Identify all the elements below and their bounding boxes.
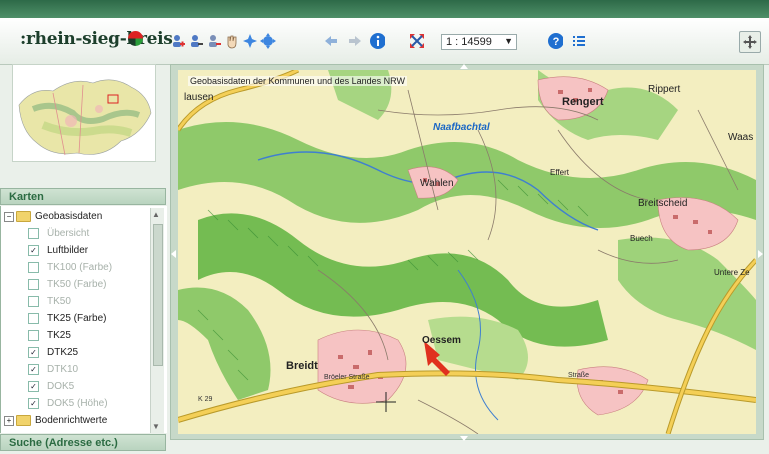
- map-label-buech: Buech: [630, 234, 653, 243]
- tree-label: TK50: [47, 296, 71, 307]
- zoom-in-icon[interactable]: [242, 33, 258, 49]
- chevron-down-icon: ▼: [504, 36, 513, 46]
- tree-label: Übersicht: [47, 228, 90, 239]
- layer-checkbox[interactable]: ✓: [28, 245, 39, 256]
- map-label-untere: Untere Ze: [714, 268, 750, 277]
- layer-checkbox[interactable]: [28, 228, 39, 239]
- list-icon[interactable]: [571, 33, 587, 49]
- tree-label: DTK25: [47, 347, 79, 358]
- tree-item-luftbilder[interactable]: ✓ Luftbilder: [1, 242, 151, 259]
- tree-label: TK50 (Farbe): [47, 279, 107, 290]
- street-label-k29: K 29: [198, 396, 213, 403]
- tree-item-tk25[interactable]: TK25: [1, 327, 151, 344]
- back-arrow-icon[interactable]: [323, 33, 339, 49]
- logo-mark-icon: [128, 31, 143, 46]
- scroll-up-icon[interactable]: ▲: [152, 210, 160, 219]
- tree-label: TK25 (Farbe): [47, 313, 107, 324]
- layer-checkbox[interactable]: ✓: [28, 347, 39, 358]
- move-icon[interactable]: [739, 31, 761, 53]
- tree-label: Geobasisdaten: [35, 211, 103, 222]
- map-label-waas: Waas: [728, 132, 754, 143]
- toolbar-fullscreen-group: [408, 32, 426, 50]
- fullscreen-icon[interactable]: [408, 33, 424, 49]
- toolbar-help-group: ?: [547, 32, 589, 50]
- tree-item-tk50[interactable]: TK50: [1, 293, 151, 310]
- pan-south-icon[interactable]: [460, 436, 468, 441]
- layer-checkbox[interactable]: ✓: [28, 398, 39, 409]
- tree-item-dtk10[interactable]: ✓ DTK10: [1, 361, 151, 378]
- person-remove-icon[interactable]: [206, 33, 222, 49]
- tree-label: Luftbilder: [47, 245, 89, 256]
- map-label-breidt: Breidt: [286, 360, 318, 372]
- layer-checkbox[interactable]: [28, 313, 39, 324]
- tree-item-dok5[interactable]: ✓ DOK5: [1, 378, 151, 395]
- scale-value: 1 : 14599: [446, 36, 492, 48]
- street-label-broeler: Bröeler Straße: [324, 374, 370, 381]
- map-label-rippert: Rippert: [648, 84, 681, 95]
- map-label-effert: Effert: [550, 168, 569, 177]
- layer-checkbox[interactable]: [28, 296, 39, 307]
- tree-scrollbar[interactable]: ▲ ▼: [150, 208, 164, 433]
- tree-label: DOK5 (Höhe): [47, 398, 108, 409]
- top-strip: [0, 0, 769, 18]
- tree-item-tk50-farbe[interactable]: TK50 (Farbe): [1, 276, 151, 293]
- svg-text:?: ?: [553, 36, 560, 48]
- map-label-rengert: Rengert: [562, 96, 604, 108]
- tree-item-tk25-farbe[interactable]: TK25 (Farbe): [1, 310, 151, 327]
- tree-label: TK100 (Farbe): [47, 262, 113, 273]
- tree-item-dok5-hoehe[interactable]: ✓ DOK5 (Höhe): [1, 395, 151, 412]
- folder-icon: [16, 415, 31, 426]
- pan-north-icon[interactable]: [460, 64, 468, 69]
- hand-pan-icon[interactable]: [224, 33, 240, 49]
- tree-item-uebersicht[interactable]: Übersicht: [1, 225, 151, 242]
- collapse-icon[interactable]: −: [4, 211, 14, 222]
- overview-map[interactable]: [12, 64, 156, 162]
- tree-item-tk100-farbe[interactable]: TK100 (Farbe): [1, 259, 151, 276]
- layer-tree: − Geobasisdaten Übersicht ✓ Luftbilder T…: [0, 206, 167, 433]
- tree-label: Bodenrichtwerte: [35, 415, 108, 426]
- map-label-oessem: Oessem: [422, 335, 461, 346]
- map-canvas[interactable]: Geobasisdaten der Kommunen und des Lande…: [178, 70, 756, 434]
- layer-checkbox[interactable]: [28, 262, 39, 273]
- zoom-extent-icon[interactable]: [260, 33, 276, 49]
- panel-title-suche[interactable]: Suche (Adresse etc.): [0, 434, 166, 451]
- scrollbar-thumb[interactable]: [153, 224, 163, 366]
- add-person-icon[interactable]: [170, 33, 186, 49]
- pan-west-icon[interactable]: [171, 250, 176, 258]
- tree-label: DTK10: [47, 364, 79, 375]
- tree-label: TK25: [47, 330, 71, 341]
- toolbar-left-group: [170, 32, 278, 50]
- map-label-lausen: lausen: [184, 92, 214, 103]
- street-label-strasse: Straße: [568, 372, 590, 379]
- toolbar-nav-group: [323, 32, 387, 50]
- folder-open-icon: [16, 211, 31, 222]
- scale-select[interactable]: 1 : 14599 ▼: [441, 34, 517, 50]
- panel-title-karten[interactable]: Karten: [0, 188, 166, 205]
- map-label-breitscheid: Breitscheid: [638, 198, 688, 209]
- layer-checkbox[interactable]: ✓: [28, 364, 39, 375]
- forward-arrow-icon[interactable]: [347, 33, 363, 49]
- info-icon[interactable]: [369, 33, 385, 49]
- tree-folder-bodenrichtwerte[interactable]: + Bodenrichtwerte: [1, 412, 151, 429]
- tree-label: DOK5: [47, 381, 75, 392]
- map-title: Geobasisdaten der Kommunen und des Lande…: [188, 76, 407, 86]
- logo-text: :rhein-sieg-kreis: [20, 29, 173, 49]
- scroll-down-icon[interactable]: ▼: [152, 422, 160, 431]
- pan-east-icon[interactable]: [758, 250, 763, 258]
- layer-checkbox[interactable]: ✓: [28, 381, 39, 392]
- expand-icon[interactable]: +: [4, 415, 14, 426]
- layer-checkbox[interactable]: [28, 330, 39, 341]
- tree-item-dtk25[interactable]: ✓ DTK25: [1, 344, 151, 361]
- app-header: :rhein-sieg-kreis 1: 14599 ▼ ?: [0, 18, 769, 65]
- map-label-naafbachtal: Naafbachtal: [433, 122, 490, 133]
- map-label-wahlen: Wahlen: [420, 178, 454, 189]
- help-icon[interactable]: ?: [547, 33, 563, 49]
- person-search-icon[interactable]: [188, 33, 204, 49]
- tree-folder-geobasisdaten[interactable]: − Geobasisdaten: [1, 208, 151, 225]
- layer-checkbox[interactable]: [28, 279, 39, 290]
